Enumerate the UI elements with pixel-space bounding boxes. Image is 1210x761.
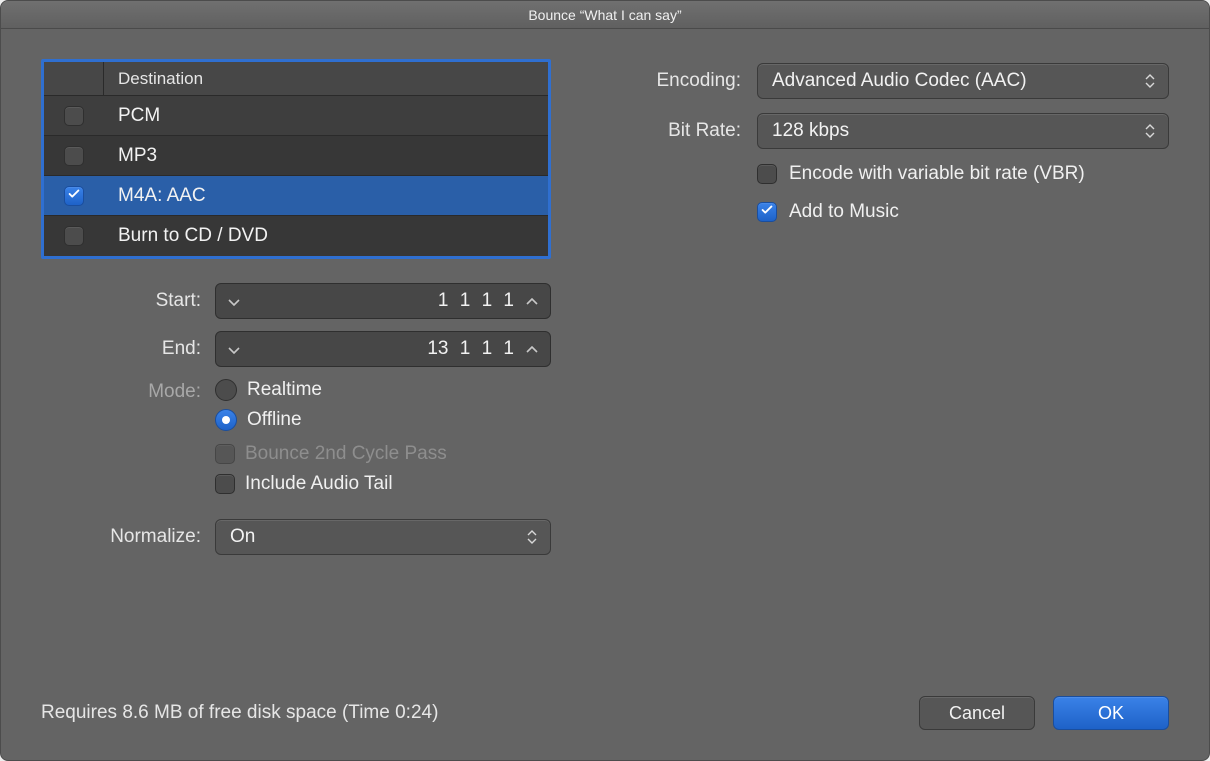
updown-icon xyxy=(1144,120,1160,142)
start-label: Start: xyxy=(41,290,201,312)
right-column: Encoding: Advanced Audio Codec (AAC) Bit… xyxy=(621,59,1169,730)
left-column: Destination PCM xyxy=(41,59,551,730)
destination-row-burn[interactable]: Burn to CD / DVD xyxy=(44,216,548,256)
updown-icon xyxy=(526,526,542,548)
mode-offline-label: Offline xyxy=(247,409,302,431)
add-to-music-label: Add to Music xyxy=(789,201,899,223)
chevron-down-icon[interactable] xyxy=(222,290,246,312)
destination-label-burn: Burn to CD / DVD xyxy=(104,225,268,247)
cancel-button-label: Cancel xyxy=(949,703,1005,724)
bitrate-label: Bit Rate: xyxy=(621,120,741,142)
destination-label-mp3: MP3 xyxy=(104,145,157,167)
bitrate-value: 128 kbps xyxy=(772,120,849,142)
normalize-value: On xyxy=(230,526,255,548)
destination-header-label: Destination xyxy=(104,69,203,89)
destination-header-checkbox-col xyxy=(44,62,104,95)
normalize-popup[interactable]: On xyxy=(215,519,551,555)
updown-icon xyxy=(1144,70,1160,92)
destination-header-row: Destination xyxy=(44,62,548,96)
include-tail-label: Include Audio Tail xyxy=(245,473,393,495)
ok-button-label: OK xyxy=(1098,703,1124,724)
destination-row-pcm[interactable]: PCM xyxy=(44,96,548,136)
ok-button[interactable]: OK xyxy=(1053,696,1169,730)
mode-realtime-label: Realtime xyxy=(247,379,322,401)
chevron-down-icon[interactable] xyxy=(222,338,246,360)
end-label: End: xyxy=(41,338,201,360)
footer: Requires 8.6 MB of free disk space (Time… xyxy=(41,696,1169,730)
destination-checkbox-burn[interactable] xyxy=(64,226,84,246)
cancel-button[interactable]: Cancel xyxy=(919,696,1035,730)
dialog-body: Destination PCM xyxy=(1,29,1209,760)
destination-label-pcm: PCM xyxy=(104,105,160,127)
end-stepper[interactable]: 13 1 1 1 xyxy=(215,331,551,367)
bitrate-popup[interactable]: 128 kbps xyxy=(757,113,1169,149)
start-value[interactable]: 1 1 1 1 xyxy=(246,290,520,312)
window-title-text: Bounce “What I can say” xyxy=(528,7,681,23)
destination-checkbox-m4a[interactable] xyxy=(64,186,84,206)
encoding-popup[interactable]: Advanced Audio Codec (AAC) xyxy=(757,63,1169,99)
add-to-music-checkbox[interactable] xyxy=(757,202,777,222)
mode-radio-offline[interactable] xyxy=(215,409,237,431)
mode-radio-realtime[interactable] xyxy=(215,379,237,401)
destination-row-mp3[interactable]: MP3 xyxy=(44,136,548,176)
vbr-label: Encode with variable bit rate (VBR) xyxy=(789,163,1085,185)
chevron-up-icon[interactable] xyxy=(520,338,544,360)
end-value[interactable]: 13 1 1 1 xyxy=(246,338,520,360)
destination-checkbox-pcm[interactable] xyxy=(64,106,84,126)
chevron-up-icon[interactable] xyxy=(520,290,544,312)
destination-checkbox-mp3[interactable] xyxy=(64,146,84,166)
normalize-label: Normalize: xyxy=(41,526,201,548)
encoding-value: Advanced Audio Codec (AAC) xyxy=(772,70,1027,92)
encoding-label: Encoding: xyxy=(621,70,741,92)
bounce-dialog: Bounce “What I can say” Destination xyxy=(0,0,1210,761)
destination-row-m4a[interactable]: M4A: AAC xyxy=(44,176,548,216)
disk-space-status: Requires 8.6 MB of free disk space (Time… xyxy=(41,702,438,724)
mode-label: Mode: xyxy=(41,379,201,503)
destination-label-m4a: M4A: AAC xyxy=(104,185,206,207)
vbr-checkbox[interactable] xyxy=(757,164,777,184)
bounce-2nd-checkbox xyxy=(215,444,235,464)
destination-table: Destination PCM xyxy=(41,59,551,259)
start-stepper[interactable]: 1 1 1 1 xyxy=(215,283,551,319)
include-tail-checkbox[interactable] xyxy=(215,474,235,494)
window-title: Bounce “What I can say” xyxy=(1,1,1209,29)
bounce-2nd-label: Bounce 2nd Cycle Pass xyxy=(245,443,447,465)
